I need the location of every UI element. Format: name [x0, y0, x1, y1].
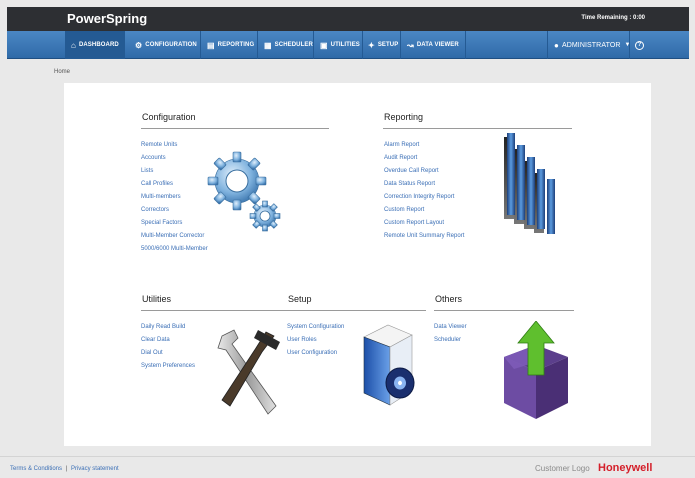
setup-divider	[287, 310, 426, 311]
others-links: Data Viewer Scheduler	[434, 321, 467, 347]
nav-dashboard[interactable]: ⌂ DASHBOARD	[65, 31, 125, 59]
link-daily-read-build[interactable]: Daily Read Build	[141, 321, 195, 334]
help-icon: ?	[635, 40, 644, 50]
link-audit-report[interactable]: Audit Report	[384, 152, 464, 165]
link-alarm-report[interactable]: Alarm Report	[384, 139, 464, 152]
link-data-viewer[interactable]: Data Viewer	[434, 321, 467, 334]
link-scheduler[interactable]: Scheduler	[434, 334, 467, 347]
package-upload-icon	[504, 321, 568, 419]
nav-scheduler-label: SCHEDULER	[274, 42, 313, 48]
gears-icon	[207, 151, 281, 232]
bar-chart-icon	[504, 133, 555, 234]
privacy-link[interactable]: Privacy statement	[71, 466, 119, 472]
line-chart-icon: ↝	[407, 40, 414, 50]
link-special-factors[interactable]: Special Factors	[141, 217, 208, 230]
nav-configuration[interactable]: ⚙ CONFIGURATION	[130, 31, 202, 59]
customer-logo: Customer Logo	[535, 464, 590, 473]
help-button[interactable]: ?	[635, 31, 644, 59]
link-multi-members[interactable]: Multi-members	[141, 191, 208, 204]
dashboard-panel: Configuration Remote Units Accounts List…	[64, 83, 651, 446]
others-divider	[434, 310, 574, 311]
setup-links: System Configuration User Roles User Con…	[287, 321, 344, 360]
wrench-icon: ✦	[368, 40, 375, 50]
nav-setup[interactable]: ✦ SETUP	[364, 31, 402, 59]
clipboard-icon: ▤	[207, 40, 215, 50]
link-correctors[interactable]: Correctors	[141, 204, 208, 217]
nav-configuration-label: CONFIGURATION	[145, 42, 197, 48]
reporting-title: Reporting	[384, 112, 424, 122]
gear-icon: ⚙	[135, 40, 143, 50]
link-custom-report-layout[interactable]: Custom Report Layout	[384, 217, 464, 230]
briefcase-icon: ▣	[320, 40, 328, 50]
link-overdue-call-report[interactable]: Overdue Call Report	[384, 165, 464, 178]
others-title: Others	[435, 294, 463, 304]
nav-data-viewer[interactable]: ↝ DATA VIEWER	[403, 31, 463, 59]
link-dial-out[interactable]: Dial Out	[141, 347, 195, 360]
software-box-icon	[363, 324, 415, 406]
link-system-preferences[interactable]: System Preferences	[141, 360, 195, 373]
link-accounts[interactable]: Accounts	[141, 152, 208, 165]
link-correction-integrity-report[interactable]: Correction Integrity Report	[384, 191, 464, 204]
link-clear-data[interactable]: Clear Data	[141, 334, 195, 347]
reporting-links: Alarm Report Audit Report Overdue Call R…	[384, 139, 464, 243]
calendar-icon: ▦	[264, 40, 272, 50]
nav-setup-label: SETUP	[377, 42, 399, 48]
nav-utilities[interactable]: ▣ UTILITIES	[316, 31, 364, 59]
app-title: PowerSpring	[67, 11, 148, 26]
link-multi-member-corrector[interactable]: Multi-Member Corrector	[141, 230, 208, 243]
link-custom-report[interactable]: Custom Report	[384, 204, 464, 217]
footer-links: Terms & Conditions | Privacy statement	[10, 466, 119, 472]
user-icon: ●	[554, 40, 559, 50]
link-system-configuration[interactable]: System Configuration	[287, 321, 344, 334]
configuration-title: Configuration	[142, 112, 196, 122]
nav-dashboard-label: DASHBOARD	[78, 42, 119, 48]
home-icon: ⌂	[71, 40, 76, 50]
honeywell-logo: Honeywell	[598, 462, 653, 474]
footer: Terms & Conditions | Privacy statement C…	[0, 456, 695, 478]
terms-link[interactable]: Terms & Conditions	[10, 466, 62, 472]
nav-utilities-label: UTILITIES	[330, 42, 360, 48]
link-user-configuration[interactable]: User Configuration	[287, 347, 344, 360]
nav-data-viewer-label: DATA VIEWER	[416, 42, 459, 48]
configuration-links: Remote Units Accounts Lists Call Profile…	[141, 139, 208, 256]
nav-reporting[interactable]: ▤ REPORTING	[203, 31, 258, 59]
time-remaining: Time Remaining : 0:00	[581, 15, 645, 21]
link-call-profiles[interactable]: Call Profiles	[141, 178, 208, 191]
user-menu[interactable]: ● ADMINISTRATOR ▼	[550, 31, 635, 59]
link-remote-unit-summary-report[interactable]: Remote Unit Summary Report	[384, 230, 464, 243]
link-lists[interactable]: Lists	[141, 165, 208, 178]
tools-icon	[217, 329, 280, 415]
utilities-title: Utilities	[142, 294, 172, 304]
user-name: ADMINISTRATOR	[561, 41, 621, 49]
footer-separator: |	[65, 466, 68, 472]
nav-scheduler[interactable]: ▦ SCHEDULER	[260, 31, 317, 59]
link-5000-6000-multi-member[interactable]: 5000/6000 Multi-Member	[141, 243, 208, 256]
link-data-status-report[interactable]: Data Status Report	[384, 178, 464, 191]
utilities-links: Daily Read Build Clear Data Dial Out Sys…	[141, 321, 195, 373]
link-remote-units[interactable]: Remote Units	[141, 139, 208, 152]
configuration-divider	[141, 128, 329, 129]
link-user-roles[interactable]: User Roles	[287, 334, 344, 347]
nav-reporting-label: REPORTING	[217, 42, 255, 48]
top-bar: PowerSpring Time Remaining : 0:00	[7, 7, 689, 31]
breadcrumb[interactable]: Home	[54, 69, 70, 75]
setup-title: Setup	[288, 294, 312, 304]
main-nav: ⌂ DASHBOARD ⚙ CONFIGURATION ▤ REPORTING …	[7, 31, 689, 59]
